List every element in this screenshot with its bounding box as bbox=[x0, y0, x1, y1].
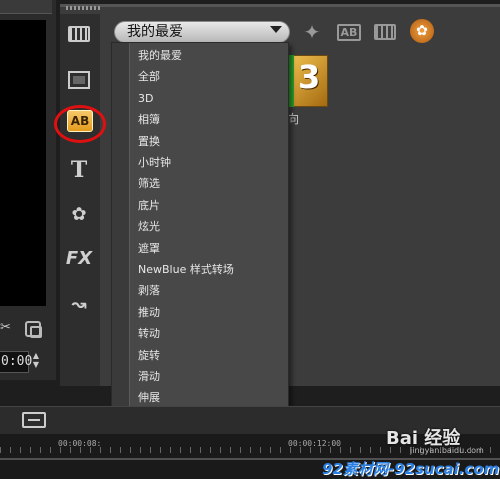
timecode-spinner[interactable]: ▲ ▼ bbox=[30, 351, 42, 373]
site-watermark: 92素材网-92sucai.com bbox=[322, 460, 500, 478]
menu-item[interactable]: 旋转 bbox=[138, 345, 283, 366]
graphic-icon[interactable]: ✿ bbox=[64, 200, 94, 228]
menu-item[interactable]: 置换 bbox=[138, 131, 283, 152]
menu-item[interactable]: 3D bbox=[138, 88, 283, 109]
media-toggle-icon[interactable] bbox=[370, 18, 400, 46]
thumbnail-glyph: 3 bbox=[298, 58, 321, 96]
menu-item[interactable]: 推动 bbox=[138, 302, 283, 323]
trim-scissors-icon[interactable]: ✂ bbox=[0, 320, 14, 338]
menu-item[interactable]: 小时钟 bbox=[138, 152, 283, 173]
baidu-watermark-url: jingyan.baidu.com bbox=[410, 446, 484, 455]
menu-item[interactable]: 转动 bbox=[138, 323, 283, 344]
menu-gutter bbox=[112, 43, 130, 455]
storyboard-view-icon[interactable] bbox=[22, 412, 46, 428]
menu-item[interactable]: 滑动 bbox=[138, 366, 283, 387]
highlight-circle bbox=[54, 105, 106, 143]
motion-path-icon[interactable]: ↝ bbox=[64, 290, 94, 318]
panel-grip[interactable] bbox=[66, 6, 100, 10]
ruler-label: 00:00:12:00 bbox=[288, 439, 341, 448]
menu-item[interactable]: 底片 bbox=[138, 195, 283, 216]
menu-item[interactable]: 全部 bbox=[138, 66, 283, 87]
title-icon[interactable]: T bbox=[64, 156, 94, 184]
instant-project-icon[interactable] bbox=[64, 66, 94, 94]
menu-item[interactable]: NewBlue 样式转场 bbox=[138, 259, 283, 280]
chevron-down-icon[interactable] bbox=[270, 26, 282, 33]
ruler-label: 00:00:08: bbox=[58, 439, 102, 448]
menu-item[interactable]: 遮罩 bbox=[138, 238, 283, 259]
category-select[interactable]: 我的最爱 bbox=[114, 21, 290, 43]
menu-item[interactable]: 剥落 bbox=[138, 280, 283, 301]
timecode-field[interactable]: 0:00 bbox=[0, 351, 32, 373]
menu-item[interactable]: 炫光 bbox=[138, 216, 283, 237]
filter-fx-icon[interactable]: FX bbox=[64, 244, 94, 272]
menu-item[interactable]: 筛选 bbox=[138, 173, 283, 194]
thumbnail-label: 向 bbox=[287, 112, 300, 126]
ab-toggle-icon[interactable]: AB bbox=[334, 18, 364, 46]
menu-item[interactable]: 相簿 bbox=[138, 109, 283, 130]
add-favorite-star-icon[interactable]: ✦ bbox=[297, 18, 327, 46]
menu-item[interactable]: 我的最爱 bbox=[138, 45, 283, 66]
preview-screen bbox=[0, 20, 46, 306]
media-library-icon[interactable] bbox=[64, 20, 94, 48]
get-more-content-icon[interactable]: ✿ bbox=[410, 19, 434, 43]
copy-icon[interactable] bbox=[25, 321, 42, 338]
preview-title-strip bbox=[0, 0, 52, 14]
